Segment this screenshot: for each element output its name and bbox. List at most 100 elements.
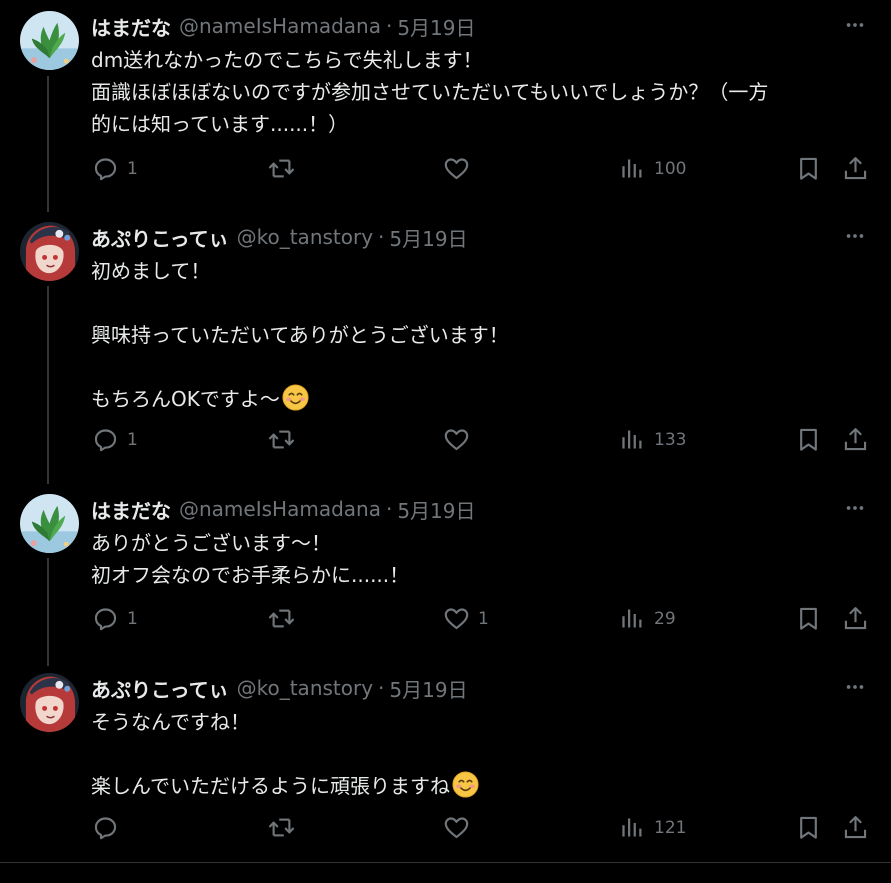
tweet-text-line: 興味持っていただいてありがとうございます！ xyxy=(91,323,509,347)
tweet-text: 初めまして！ 興味持っていただいてありがとうございます！ もちろんOKですよ～ xyxy=(91,255,866,415)
tweet[interactable]: あぷりこってぃ @ko_tanstory · 5月19日 そうなんですね！ 楽し… xyxy=(0,664,891,862)
retweet-button[interactable] xyxy=(268,426,303,453)
bookmark-button[interactable] xyxy=(795,155,822,182)
more-icon xyxy=(844,225,866,247)
views-icon xyxy=(619,155,646,182)
tweet[interactable]: あぷりこってぃ @ko_tanstory · 5月19日 初めまして！ 興味持っ… xyxy=(0,212,891,484)
tweet-text-line: 的には知っています......！） xyxy=(91,112,349,136)
more-icon xyxy=(844,14,866,36)
avatar[interactable] xyxy=(20,11,79,70)
view-count: 121 xyxy=(654,817,687,838)
separator-dot: · xyxy=(385,14,393,38)
bookmark-icon xyxy=(795,814,822,841)
tweet-header: はまだな @nameIsHamadana · 5月19日 xyxy=(91,11,476,41)
views-button[interactable]: 29 xyxy=(619,605,676,632)
like-count: 1 xyxy=(478,608,489,629)
reply-count: 1 xyxy=(127,608,138,629)
share-button[interactable] xyxy=(842,605,869,632)
views-button[interactable]: 100 xyxy=(619,155,686,182)
display-name[interactable]: はまだな xyxy=(91,495,171,524)
tweet[interactable]: はまだな @nameIsHamadana · 5月19日 ありがとうございます～… xyxy=(0,484,891,664)
bookmark-icon xyxy=(795,605,822,632)
tweet-text-segment: もちろんOKですよ～ xyxy=(91,387,280,411)
like-button[interactable] xyxy=(443,426,478,453)
like-icon xyxy=(443,814,470,841)
reply-button[interactable]: 1 xyxy=(92,426,138,453)
retweet-button[interactable] xyxy=(268,814,303,841)
retweet-icon xyxy=(268,605,295,632)
tweet-text-line xyxy=(91,287,866,319)
user-handle[interactable]: @nameIsHamadana xyxy=(179,497,381,521)
share-button[interactable] xyxy=(842,426,869,453)
share-icon xyxy=(842,814,869,841)
tweet-text-segment: 楽しんでいただけるように頑張りますね xyxy=(91,774,450,798)
tweet-text-line: 楽しんでいただけるように頑張りますね xyxy=(91,770,866,802)
tweet-date[interactable]: 5月19日 xyxy=(397,495,475,524)
retweet-button[interactable] xyxy=(268,605,303,632)
tweet-text-line: 初めまして！ xyxy=(91,259,211,283)
views-button[interactable]: 121 xyxy=(619,814,686,841)
more-options-button[interactable] xyxy=(843,13,867,37)
tweet[interactable]: はまだな @nameIsHamadana · 5月19日 dm送れなかったのでこ… xyxy=(0,0,891,212)
tweet-text-line: ありがとうございます～！ xyxy=(91,531,331,555)
separator-dot: · xyxy=(378,225,385,249)
bookmark-button[interactable] xyxy=(795,814,822,841)
reply-button[interactable]: 1 xyxy=(92,605,138,632)
tweet-text-line: dm送れなかったのでこちらで失礼します！ xyxy=(91,48,483,72)
reply-icon xyxy=(92,155,119,182)
avatar[interactable] xyxy=(20,494,79,553)
views-icon xyxy=(619,605,646,632)
views-button[interactable]: 133 xyxy=(619,426,686,453)
tweet-text-line xyxy=(91,351,866,383)
views-icon xyxy=(619,426,646,453)
display-name[interactable]: あぷりこってぃ xyxy=(91,223,229,252)
share-button[interactable] xyxy=(842,814,869,841)
separator-dot: · xyxy=(385,497,393,521)
tweet-actions: 1 133 xyxy=(0,426,891,460)
like-button[interactable] xyxy=(443,814,478,841)
tweet-text-line: もちろんOKですよ～ xyxy=(91,383,866,415)
bookmark-button[interactable] xyxy=(795,426,822,453)
tweet-date[interactable]: 5月19日 xyxy=(397,12,475,41)
smiling-face-emoji-icon xyxy=(282,384,309,411)
share-icon xyxy=(842,605,869,632)
tweet-text: ありがとうございます～！ 初オフ会なのでお手柔らかに......！ xyxy=(91,527,866,591)
like-button[interactable] xyxy=(443,155,478,182)
more-icon xyxy=(844,497,866,519)
retweet-button[interactable] xyxy=(268,155,303,182)
view-count: 29 xyxy=(654,608,676,629)
display-name[interactable]: あぷりこってぃ xyxy=(91,674,229,703)
tweet-actions: 1 100 xyxy=(0,155,891,189)
user-handle[interactable]: @nameIsHamadana xyxy=(179,14,381,38)
more-options-button[interactable] xyxy=(843,224,867,248)
more-options-button[interactable] xyxy=(843,496,867,520)
reply-count: 1 xyxy=(127,429,138,450)
display-name[interactable]: はまだな xyxy=(91,12,171,41)
like-button[interactable]: 1 xyxy=(443,605,489,632)
divider xyxy=(0,862,891,863)
view-count: 100 xyxy=(654,158,687,179)
tweet-date[interactable]: 5月19日 xyxy=(389,223,467,252)
more-options-button[interactable] xyxy=(843,675,867,699)
retweet-icon xyxy=(268,814,295,841)
more-icon xyxy=(844,676,866,698)
retweet-icon xyxy=(268,426,295,453)
views-icon xyxy=(619,814,646,841)
reply-count: 1 xyxy=(127,158,138,179)
reply-icon xyxy=(92,426,119,453)
user-handle[interactable]: @ko_tanstory xyxy=(237,225,373,249)
reply-button[interactable] xyxy=(92,814,127,841)
reply-button[interactable]: 1 xyxy=(92,155,138,182)
share-icon xyxy=(842,155,869,182)
tweet-header: あぷりこってぃ @ko_tanstory · 5月19日 xyxy=(91,222,468,252)
bookmark-button[interactable] xyxy=(795,605,822,632)
tweet-date[interactable]: 5月19日 xyxy=(389,674,467,703)
tweet-header: あぷりこってぃ @ko_tanstory · 5月19日 xyxy=(91,673,468,703)
reply-icon xyxy=(92,814,119,841)
avatar[interactable] xyxy=(20,673,79,732)
avatar[interactable] xyxy=(20,222,79,281)
user-handle[interactable]: @ko_tanstory xyxy=(237,676,373,700)
tweet-text-line: 面識ほぼほぼないのですが参加させていただいてもいいでしょうか？（一方 xyxy=(91,80,769,104)
share-button[interactable] xyxy=(842,155,869,182)
tweet-text-line: そうなんですね！ xyxy=(91,710,250,734)
